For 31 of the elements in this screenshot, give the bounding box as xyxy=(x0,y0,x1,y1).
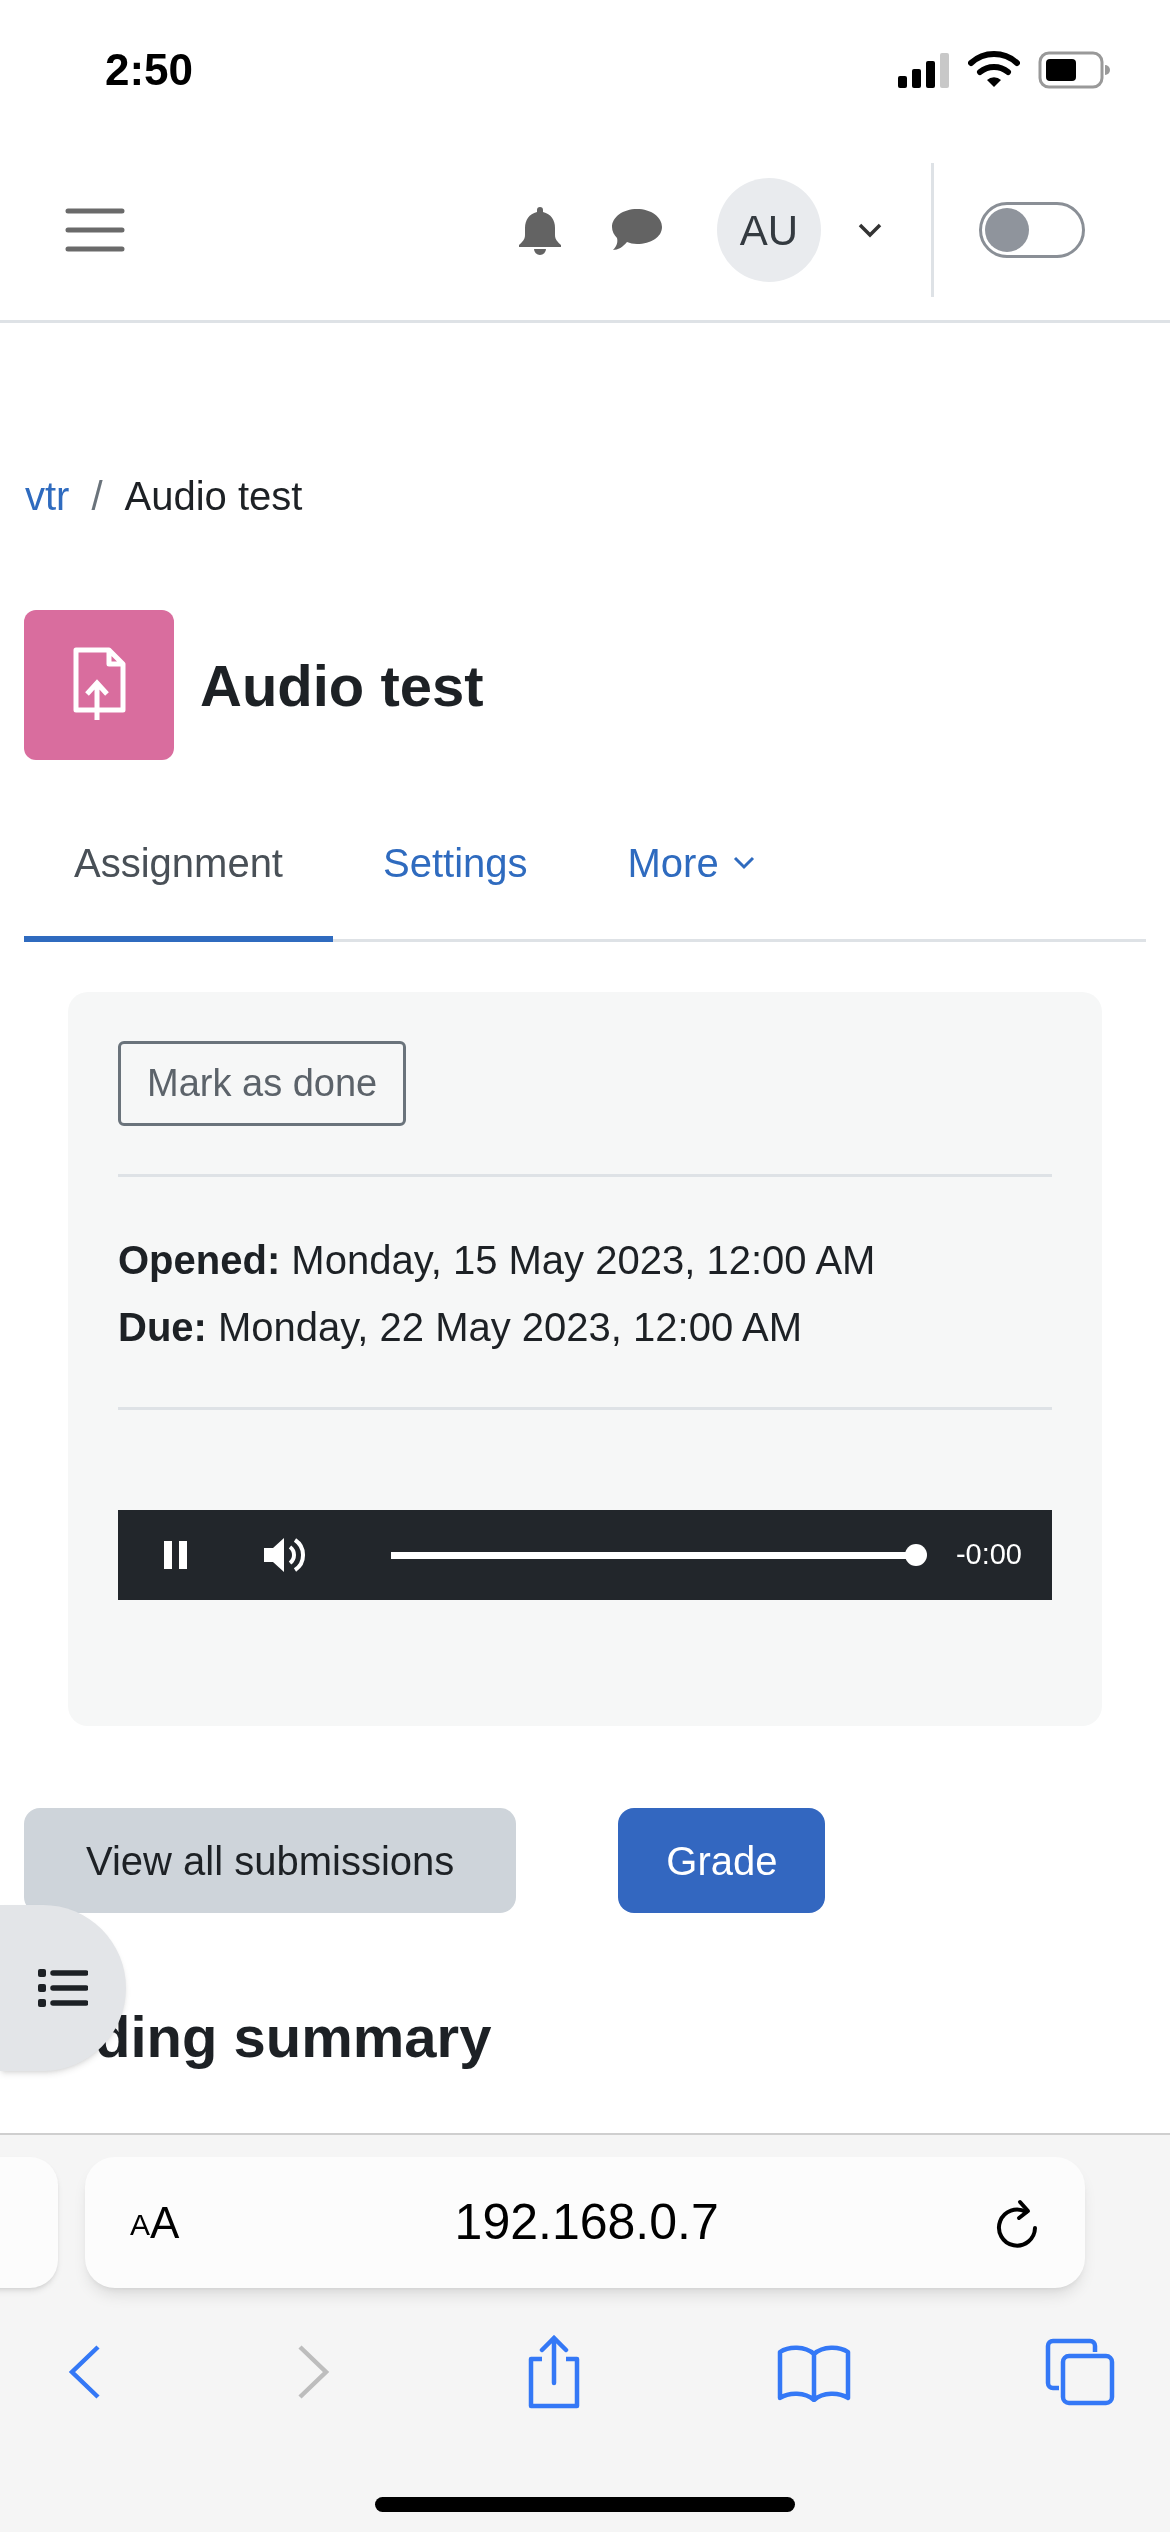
tabs-icon[interactable] xyxy=(1045,2338,1115,2406)
date-line: Due: Monday, 22 May 2023, 12:00 AM xyxy=(118,1304,804,1351)
volume-icon[interactable] xyxy=(262,1535,306,1575)
breadcrumb-link[interactable]: vtr xyxy=(25,466,70,526)
text-size-button[interactable]: AA xyxy=(130,2200,180,2245)
tab[interactable]: Settings xyxy=(333,790,578,942)
avatar-initials[interactable]: AU xyxy=(717,178,821,282)
url-text: 192.168.0.7 xyxy=(453,2193,720,2252)
date-line: Opened: Monday, 15 May 2023, 12:00 AM xyxy=(118,1237,877,1284)
wifi-icon xyxy=(968,51,1020,89)
breadcrumb-separator: / xyxy=(91,473,103,520)
menu-icon[interactable] xyxy=(65,207,125,253)
page-title: Audio test xyxy=(200,651,484,720)
status-time: 2:50 xyxy=(105,44,194,96)
tab[interactable]: Assignment xyxy=(24,790,333,942)
battery-icon xyxy=(1038,51,1110,89)
chat-bubble-icon[interactable] xyxy=(611,207,663,253)
mark-as-done-button[interactable]: Mark as done xyxy=(118,1041,407,1126)
tab[interactable]: More xyxy=(577,790,805,942)
bell-icon[interactable] xyxy=(517,205,563,255)
time-remaining: -0:00 xyxy=(955,1537,1022,1573)
view-submissions-button[interactable]: View all submissions xyxy=(24,1808,517,1913)
address-bar[interactable]: AA 192.168.0.7 xyxy=(85,2157,1085,2288)
grade-button[interactable]: Grade xyxy=(618,1808,826,1913)
book-icon[interactable] xyxy=(777,2342,852,2402)
chevron-down-icon[interactable] xyxy=(857,222,883,238)
list-icon xyxy=(38,1968,88,2008)
breadcrumb-current: Audio test xyxy=(124,473,303,520)
signal-icon xyxy=(898,52,950,88)
file-upload-icon xyxy=(71,647,127,723)
dark-mode-toggle[interactable] xyxy=(979,202,1085,258)
